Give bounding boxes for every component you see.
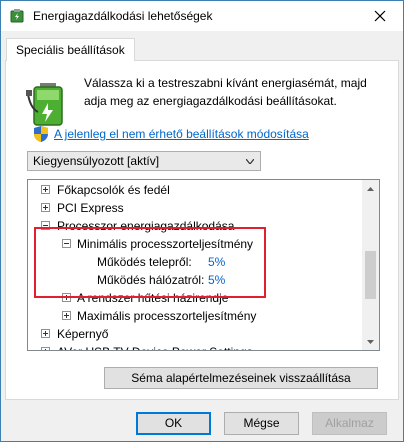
tab-advanced-settings[interactable]: Speciális beállítások bbox=[6, 38, 135, 61]
scroll-up-arrow-icon[interactable] bbox=[362, 180, 379, 197]
expand-icon[interactable] bbox=[41, 329, 50, 338]
advanced-settings-panel: Válassza ki a testreszabni kívánt energi… bbox=[5, 60, 399, 400]
power-options-window: Energiagazdálkodási lehetőségek Speciáli… bbox=[0, 0, 404, 442]
restore-defaults-button[interactable]: Séma alapértelmezéseinek visszaállítása bbox=[104, 367, 378, 389]
scroll-thumb[interactable] bbox=[365, 251, 376, 299]
vertical-scrollbar[interactable] bbox=[362, 180, 379, 350]
apply-button[interactable]: Alkalmaz bbox=[312, 412, 387, 435]
power-plan-value: Kiegyensúlyozott [aktív] bbox=[33, 154, 160, 168]
close-icon bbox=[374, 10, 386, 22]
chevron-down-icon bbox=[246, 159, 254, 164]
expand-icon[interactable] bbox=[41, 203, 50, 212]
scroll-down-arrow-icon[interactable] bbox=[362, 333, 379, 350]
expand-icon[interactable] bbox=[41, 347, 50, 350]
description-text: Válassza ki a testreszabni kívánt energi… bbox=[84, 76, 367, 108]
battery-plug-icon bbox=[26, 83, 63, 126]
close-button[interactable] bbox=[357, 1, 403, 31]
title-bar: Energiagazdálkodási lehetőségek bbox=[1, 1, 403, 31]
cancel-button[interactable]: Mégse bbox=[224, 412, 299, 435]
change-unavailable-settings-link[interactable]: A jelenleg el nem érhető beállítások mód… bbox=[54, 127, 309, 141]
power-options-app-icon bbox=[10, 9, 24, 23]
ok-button[interactable]: OK bbox=[136, 412, 211, 435]
expand-icon[interactable] bbox=[41, 185, 50, 194]
power-plan-select[interactable]: Kiegyensúlyozott [aktív] bbox=[27, 151, 261, 171]
highlight-annotation bbox=[34, 227, 266, 298]
window-title: Energiagazdálkodási lehetőségek bbox=[33, 9, 213, 23]
settings-tree[interactable]: Főkapcsolók és fedél PCI Express Process… bbox=[27, 179, 380, 351]
uac-shield-icon bbox=[34, 126, 48, 142]
expand-icon[interactable] bbox=[62, 311, 71, 320]
